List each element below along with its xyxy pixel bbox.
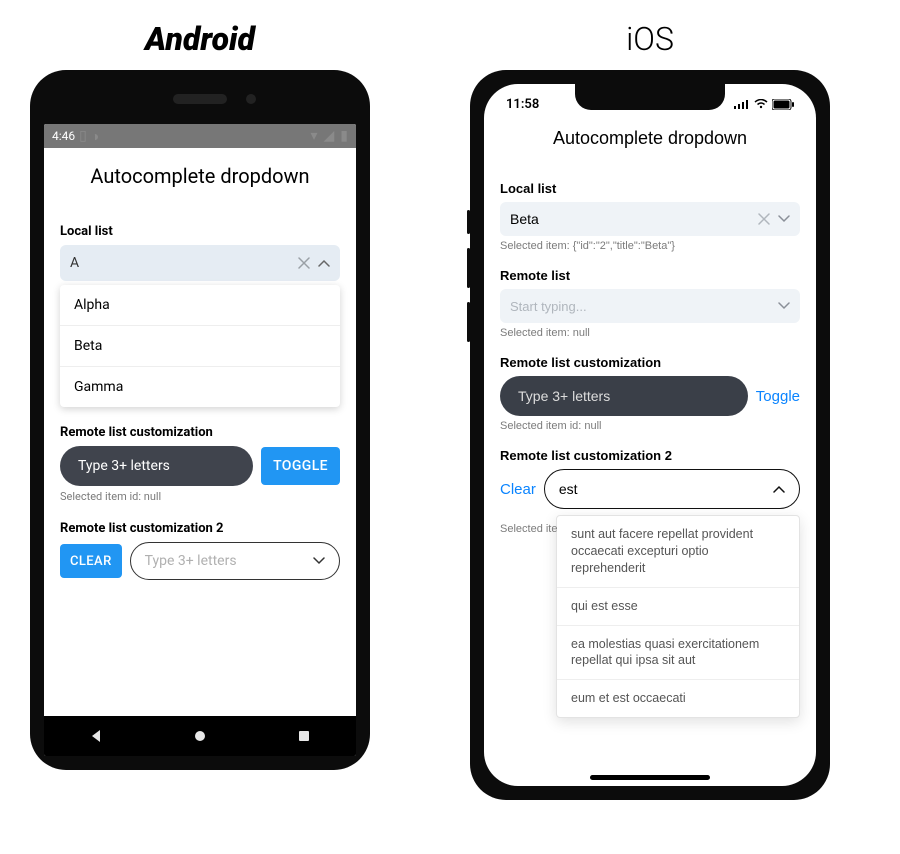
local-list-selected: Selected item: {"id":"2","title":"Beta"} bbox=[500, 240, 800, 252]
local-list-input[interactable]: Beta bbox=[500, 202, 800, 236]
remote-custom2-dropdown: sunt aut facere repellat provident occae… bbox=[556, 515, 800, 718]
remote-list-label: Remote list bbox=[500, 268, 800, 283]
chevron-down-icon[interactable] bbox=[778, 215, 790, 223]
dnd-icon: ◑ bbox=[91, 128, 99, 145]
remote-custom-selected: Selected item id: null bbox=[500, 420, 800, 432]
battery-icon bbox=[772, 99, 794, 110]
remote-custom2-label: Remote list customization 2 bbox=[500, 448, 800, 463]
clear-button[interactable]: Clear bbox=[500, 481, 536, 498]
remote-custom-label: Remote list customization bbox=[60, 425, 340, 440]
os-label-ios: iOS bbox=[626, 20, 674, 58]
local-list-dropdown: Alpha Beta Gamma bbox=[60, 285, 340, 407]
local-list-value: Beta bbox=[510, 211, 750, 227]
local-list-value: A bbox=[70, 255, 290, 271]
earpiece bbox=[173, 94, 227, 104]
chevron-down-icon[interactable] bbox=[778, 302, 790, 310]
statusbar-time: 11:58 bbox=[506, 97, 539, 112]
remote-custom2-label: Remote list customization 2 bbox=[60, 521, 340, 536]
remote-custom-placeholder: Type 3+ letters bbox=[518, 388, 610, 404]
statusbar-time: 4:46 bbox=[52, 129, 75, 143]
remote-custom2-input[interactable]: Type 3+ letters bbox=[130, 542, 340, 580]
dropdown-option[interactable]: eum et est occaecati bbox=[557, 680, 799, 717]
remote-custom-label: Remote list customization bbox=[500, 355, 800, 370]
side-buttons bbox=[467, 210, 470, 356]
nav-recent-icon[interactable] bbox=[296, 728, 312, 744]
wifi-icon: ▾ bbox=[311, 128, 318, 144]
nav-back-icon[interactable] bbox=[88, 728, 104, 744]
remote-list-input[interactable]: Start typing... bbox=[500, 289, 800, 323]
os-label-android: Android bbox=[145, 20, 255, 58]
chevron-up-icon[interactable] bbox=[318, 259, 330, 267]
android-device-frame: 4:46 ▯ ◑ ▾ ◢ ▮ Autocomplete dropdown Loc… bbox=[30, 70, 370, 770]
wifi-icon bbox=[754, 99, 768, 109]
signal-icon bbox=[734, 99, 750, 109]
remote-custom2-input[interactable]: est bbox=[544, 469, 800, 509]
clear-button[interactable]: CLEAR bbox=[60, 544, 122, 578]
remote-custom2-value: est bbox=[559, 481, 765, 497]
page-title: Autocomplete dropdown bbox=[60, 158, 340, 206]
remote-list-placeholder: Start typing... bbox=[510, 299, 770, 314]
nav-home-icon[interactable] bbox=[192, 728, 208, 744]
dropdown-option[interactable]: Gamma bbox=[60, 367, 340, 407]
remote-custom-selected: Selected item id: null bbox=[60, 490, 340, 503]
dropdown-option[interactable]: Beta bbox=[60, 326, 340, 367]
android-navbar bbox=[44, 716, 356, 756]
notch bbox=[575, 84, 725, 110]
chevron-down-icon[interactable] bbox=[313, 557, 325, 565]
local-list-input[interactable]: A bbox=[60, 245, 340, 281]
chevron-up-icon[interactable] bbox=[773, 485, 785, 493]
dropdown-option[interactable]: sunt aut facere repellat provident occae… bbox=[557, 516, 799, 588]
signal-icon: ◢ bbox=[324, 128, 335, 144]
remote-custom-input[interactable]: Type 3+ letters bbox=[500, 376, 748, 416]
android-statusbar: 4:46 ▯ ◑ ▾ ◢ ▮ bbox=[44, 124, 356, 148]
dropdown-option[interactable]: qui est esse bbox=[557, 588, 799, 626]
battery-icon: ▮ bbox=[340, 128, 348, 144]
dropdown-option[interactable]: ea molestias quasi exercitationem repell… bbox=[557, 626, 799, 681]
android-screen: 4:46 ▯ ◑ ▾ ◢ ▮ Autocomplete dropdown Loc… bbox=[44, 124, 356, 756]
front-camera bbox=[246, 94, 256, 104]
remote-custom-input[interactable]: Type 3+ letters bbox=[60, 446, 253, 486]
local-list-label: Local list bbox=[500, 181, 800, 196]
remote-custom2-selected-prefix: Selected ite bbox=[500, 523, 557, 535]
clear-icon[interactable] bbox=[758, 213, 770, 225]
clear-icon[interactable] bbox=[298, 257, 310, 269]
toggle-button[interactable]: Toggle bbox=[756, 388, 800, 405]
ios-screen: 11:58 Autocomplete dropdown bbox=[484, 84, 816, 786]
local-list-label: Local list bbox=[60, 224, 340, 239]
dropdown-option[interactable]: Alpha bbox=[60, 285, 340, 326]
ios-device-frame: 11:58 Autocomplete dropdown bbox=[470, 70, 830, 800]
remote-custom2-placeholder: Type 3+ letters bbox=[145, 553, 305, 569]
battery-notif-icon: ▯ bbox=[79, 128, 87, 144]
remote-list-selected: Selected item: null bbox=[500, 327, 800, 339]
page-title: Autocomplete dropdown bbox=[500, 124, 800, 165]
toggle-button[interactable]: TOGGLE bbox=[261, 447, 340, 485]
remote-custom-placeholder: Type 3+ letters bbox=[78, 458, 170, 474]
home-indicator[interactable] bbox=[590, 775, 710, 780]
